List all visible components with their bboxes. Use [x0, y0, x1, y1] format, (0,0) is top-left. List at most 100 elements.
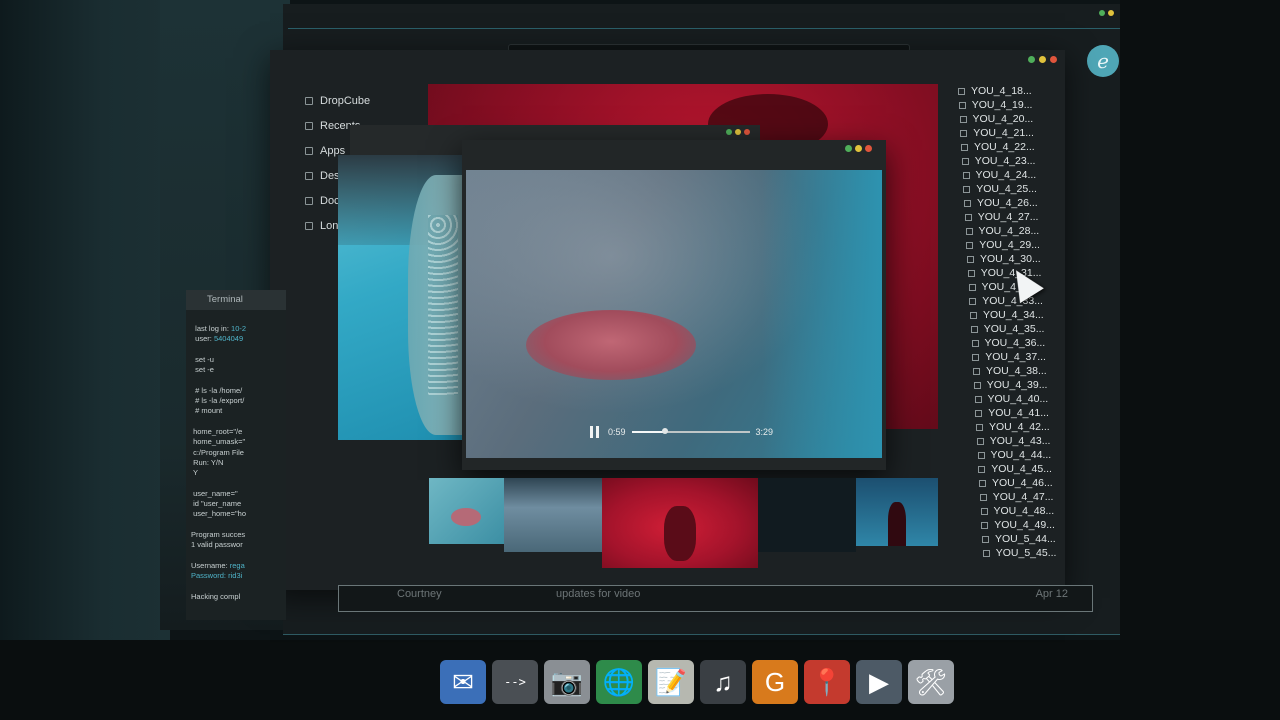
- file-list-item[interactable]: YOU_4_30...: [950, 252, 1080, 266]
- video-frame[interactable]: [466, 170, 882, 458]
- file-list-item[interactable]: YOU_4_47...: [950, 490, 1080, 504]
- terminal-line-text: Username:: [191, 560, 230, 570]
- file-list-item[interactable]: YOU_4_37...: [950, 350, 1080, 364]
- terminal-line-text: [191, 520, 193, 529]
- video-player-window: [462, 140, 886, 470]
- file-list-item[interactable]: YOU_4_48...: [950, 504, 1080, 518]
- file-name: YOU_4_23...: [974, 155, 1036, 167]
- file-name: YOU_4_27...: [977, 211, 1039, 223]
- file-name: YOU_4_38...: [986, 365, 1047, 377]
- thumbnail[interactable]: [429, 478, 504, 544]
- file-list-item[interactable]: YOU_4_27...: [950, 210, 1080, 224]
- terminal-line-text: Password:: [191, 571, 229, 581]
- file-icon: [977, 451, 985, 459]
- thumbnail[interactable]: [856, 478, 938, 546]
- file-list-item[interactable]: YOU_4_22...: [950, 140, 1080, 154]
- video-player-icon[interactable]: ▶: [856, 660, 902, 704]
- maximize-button[interactable]: [726, 129, 732, 135]
- file-icon: [962, 171, 970, 179]
- file-list-item[interactable]: YOU_4_39...: [950, 378, 1080, 392]
- terminal-line: c:/Program File: [191, 448, 286, 458]
- mail-sender: Courtney: [397, 588, 442, 600]
- file-list-item[interactable]: YOU_4_29...: [950, 238, 1080, 252]
- cyan-portrait-image: [338, 155, 466, 440]
- file-list-item[interactable]: YOU_5_45...: [950, 546, 1080, 560]
- file-list-item[interactable]: YOU_4_20...: [950, 112, 1080, 126]
- file-icon: [961, 143, 968, 151]
- progress-knob[interactable]: [661, 428, 668, 434]
- file-list-item[interactable]: YOU_4_21...: [950, 126, 1080, 140]
- pause-icon[interactable]: [590, 426, 600, 438]
- close-button[interactable]: [1050, 56, 1057, 63]
- mail-subject: updates for video: [556, 588, 641, 600]
- maximize-button[interactable]: [1028, 56, 1035, 63]
- camera-icon[interactable]: 📷: [544, 660, 590, 704]
- thumbnail[interactable]: [504, 478, 602, 552]
- file-list-item[interactable]: YOU_4_23...: [950, 154, 1080, 168]
- file-name: YOU_4_44...: [990, 449, 1052, 461]
- file-list-item[interactable]: YOU_4_25...: [950, 182, 1080, 196]
- file-name: YOU_4_36...: [984, 337, 1046, 349]
- music-icon[interactable]: ♫: [700, 660, 746, 704]
- brand-badge[interactable]: e: [1087, 45, 1119, 77]
- file-list-item[interactable]: YOU_4_35...: [950, 322, 1080, 336]
- file-list-item[interactable]: YOU_4_41...: [950, 406, 1080, 420]
- file-list-item[interactable]: YOU_4_36...: [950, 336, 1080, 350]
- terminal-line: # ls -la /export/: [191, 396, 286, 406]
- terminal-line: 1 valid passwor: [191, 540, 286, 550]
- portrait-gems: [428, 215, 458, 395]
- close-button[interactable]: [865, 145, 872, 152]
- file-list-item[interactable]: YOU_4_28...: [950, 224, 1080, 238]
- terminal-icon[interactable]: -->: [492, 660, 538, 704]
- file-icon: [979, 479, 986, 487]
- file-list-item[interactable]: YOU_4_24...: [950, 168, 1080, 182]
- file-icon: [972, 353, 980, 361]
- file-icon: [958, 101, 966, 109]
- terminal-line-text: # mount: [191, 406, 223, 416]
- file-list-item[interactable]: YOU_4_26...: [950, 196, 1080, 210]
- file-list-item[interactable]: YOU_4_38...: [950, 364, 1080, 378]
- app-g-icon[interactable]: G: [752, 660, 798, 704]
- dock-glyph: -->: [504, 675, 526, 689]
- terminal-line: Program succes: [191, 530, 286, 540]
- dock: ✉ --> 📷 🌐 📝 ♫ G 📍 ▶ 🛠: [440, 660, 954, 706]
- file-list-item[interactable]: YOU_4_18...: [950, 84, 1080, 98]
- file-list-item[interactable]: YOU_4_34...: [950, 308, 1080, 322]
- thumbnail-selected[interactable]: [602, 478, 758, 568]
- minimize-button[interactable]: [1108, 10, 1114, 16]
- terminal-line-text: home_umask=": [191, 437, 246, 447]
- file-icon: [982, 549, 990, 557]
- mail-list-row[interactable]: Courtney updates for video Apr 12: [338, 585, 1093, 612]
- progress-slider[interactable]: [631, 428, 750, 434]
- minimize-button[interactable]: [735, 129, 741, 135]
- file-list-item[interactable]: YOU_4_40...: [950, 392, 1080, 406]
- terminal-highlight: rid3i: [228, 571, 243, 581]
- mail-icon[interactable]: ✉: [440, 660, 486, 704]
- mail-date: Apr 12: [1035, 588, 1068, 600]
- current-time: 0:59: [608, 427, 626, 437]
- file-list-item[interactable]: YOU_4_43...: [950, 434, 1080, 448]
- minimize-button[interactable]: [1039, 56, 1046, 63]
- file-list-item[interactable]: YOU_4_19...: [950, 98, 1080, 112]
- file-list-item[interactable]: YOU_5_44...: [950, 532, 1080, 546]
- maps-pin-icon[interactable]: 📍: [804, 660, 850, 704]
- close-button[interactable]: [744, 129, 750, 135]
- file-list-item[interactable]: YOU_4_44...: [950, 448, 1080, 462]
- document-icon: [305, 196, 313, 205]
- browser-globe-icon[interactable]: 🌐: [596, 660, 642, 704]
- file-list-item[interactable]: YOU_4_46...: [950, 476, 1080, 490]
- maximize-button[interactable]: [1099, 10, 1105, 16]
- file-list-item[interactable]: YOU_4_45...: [950, 462, 1080, 476]
- notes-icon[interactable]: 📝: [648, 660, 694, 704]
- thumbnail[interactable]: [758, 478, 856, 552]
- maximize-button[interactable]: [845, 145, 852, 152]
- file-list-item[interactable]: YOU_4_42...: [950, 420, 1080, 434]
- sidebar-item-dropcube[interactable]: DropCube: [305, 88, 425, 113]
- terminal-line: Run: Y/N: [191, 458, 286, 468]
- file-list-item[interactable]: YOU_4_49...: [950, 518, 1080, 532]
- terminal-line: user: 5404049: [191, 334, 286, 344]
- file-name: YOU_4_33...: [982, 295, 1043, 307]
- minimize-button[interactable]: [855, 145, 862, 152]
- terminal-line-text: home_root="/e: [191, 426, 243, 436]
- settings-tools-icon[interactable]: 🛠: [908, 660, 954, 704]
